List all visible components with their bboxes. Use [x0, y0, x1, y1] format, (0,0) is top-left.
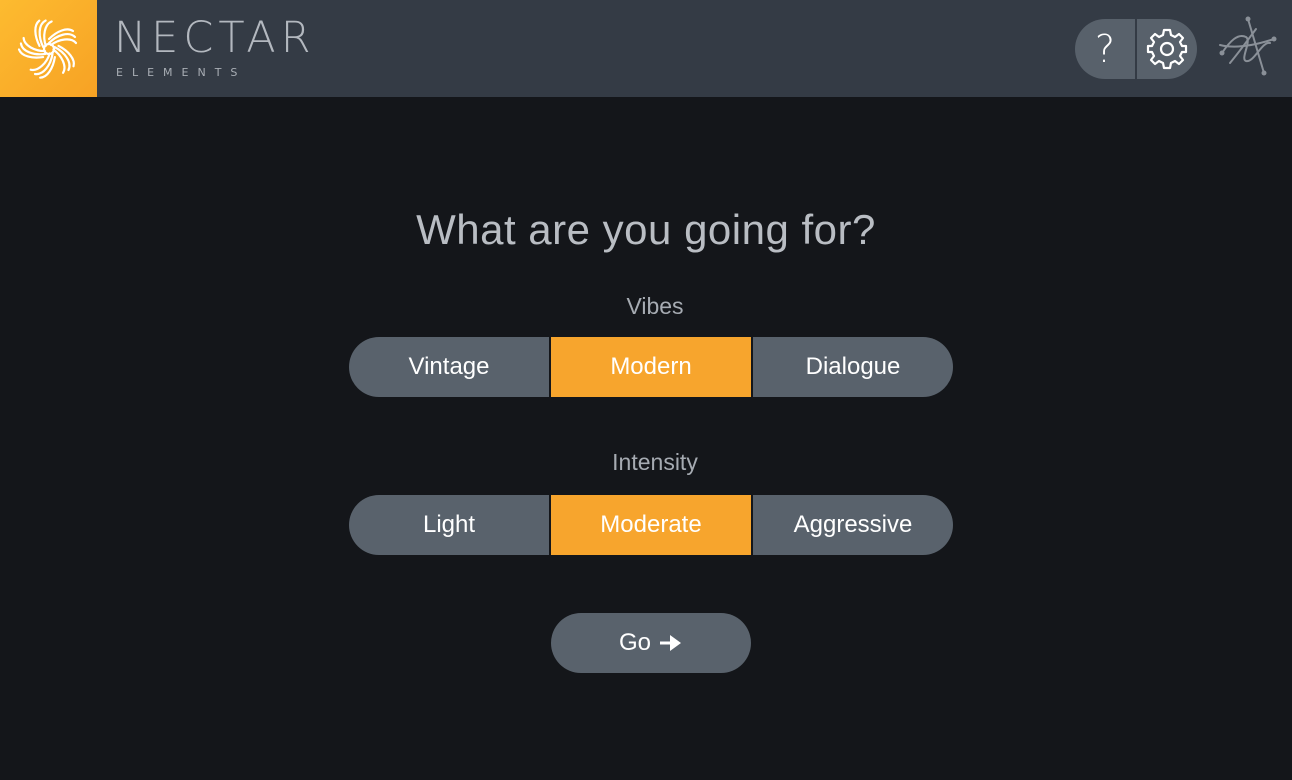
- vibe-option-modern[interactable]: Modern: [551, 337, 751, 397]
- izotope-logo-icon[interactable]: [1216, 15, 1278, 79]
- nectar-elements-window: NECTAR ELEMENTS ? What are you going for…: [0, 0, 1292, 780]
- vibes-selector: Vintage Modern Dialogue: [349, 337, 953, 397]
- intensity-selector: Light Moderate Aggressive: [349, 495, 953, 555]
- brand-subtitle: ELEMENTS: [116, 66, 247, 79]
- brand-title: NECTAR: [114, 13, 316, 63]
- header-bar: NECTAR ELEMENTS ?: [0, 0, 1292, 97]
- intensity-option-light[interactable]: Light: [349, 495, 549, 555]
- intensity-label: Intensity: [612, 449, 698, 475]
- intensity-option-aggressive[interactable]: Aggressive: [753, 495, 953, 555]
- settings-button[interactable]: [1137, 19, 1197, 79]
- go-button-label: Go: [618, 629, 651, 656]
- vibes-label: Vibes: [626, 293, 684, 319]
- arrow-right-icon: [659, 634, 683, 652]
- nectar-logo-icon: [0, 0, 97, 97]
- intensity-option-moderate[interactable]: Moderate: [551, 495, 751, 555]
- help-icon: ?: [1094, 27, 1116, 71]
- go-button[interactable]: Go: [551, 613, 751, 673]
- page-question: What are you going for?: [416, 206, 876, 253]
- gear-icon: [1146, 28, 1188, 70]
- help-button[interactable]: ?: [1075, 19, 1135, 79]
- vibe-option-dialogue[interactable]: Dialogue: [753, 337, 953, 397]
- vibe-option-vintage[interactable]: Vintage: [349, 337, 549, 397]
- header-buttons: ?: [1075, 19, 1197, 79]
